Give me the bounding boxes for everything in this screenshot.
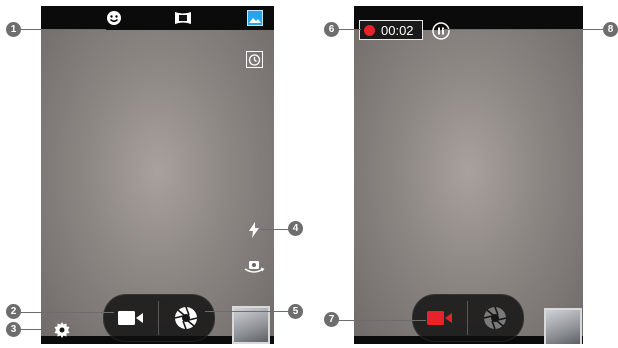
callout-4: 4	[288, 221, 303, 236]
last-photo-thumbnail[interactable]	[544, 308, 582, 344]
recording-dot-icon	[364, 24, 375, 36]
callout-line-5	[205, 311, 295, 312]
recording-time: 00:02	[381, 22, 414, 38]
callout-7: 7	[324, 312, 339, 327]
callout-line-7	[334, 320, 426, 321]
camera-screen-photo	[41, 6, 274, 344]
callout-1: 1	[6, 22, 21, 37]
timer-icon[interactable]	[245, 50, 263, 68]
capture-controls	[103, 294, 215, 342]
capture-controls	[412, 294, 524, 342]
gear-icon[interactable]	[53, 321, 71, 339]
camera-screen-video: 00:02	[354, 6, 583, 344]
callout-line-1	[14, 29, 106, 30]
controls-divider	[158, 301, 159, 335]
controls-divider	[467, 301, 468, 335]
shutter-icon[interactable]	[481, 304, 509, 332]
flash-icon[interactable]	[247, 221, 261, 239]
stop-record-icon[interactable]	[425, 307, 455, 329]
switch-camera-icon[interactable]	[243, 259, 265, 275]
callout-2: 2	[6, 304, 21, 319]
callout-8: 8	[603, 22, 618, 37]
callout-6: 6	[324, 22, 339, 37]
recording-indicator: 00:02	[359, 20, 423, 40]
callout-line-2	[14, 312, 114, 313]
pause-icon[interactable]	[431, 21, 451, 41]
callout-5: 5	[288, 304, 303, 319]
callout-3: 3	[6, 322, 21, 337]
face-icon[interactable]	[105, 9, 123, 27]
callout-line-8	[443, 29, 613, 30]
shutter-icon[interactable]	[172, 304, 200, 332]
panorama-icon[interactable]	[174, 10, 192, 26]
video-record-icon[interactable]	[116, 307, 146, 329]
top-bar	[41, 6, 274, 30]
gallery-icon[interactable]	[246, 9, 263, 27]
